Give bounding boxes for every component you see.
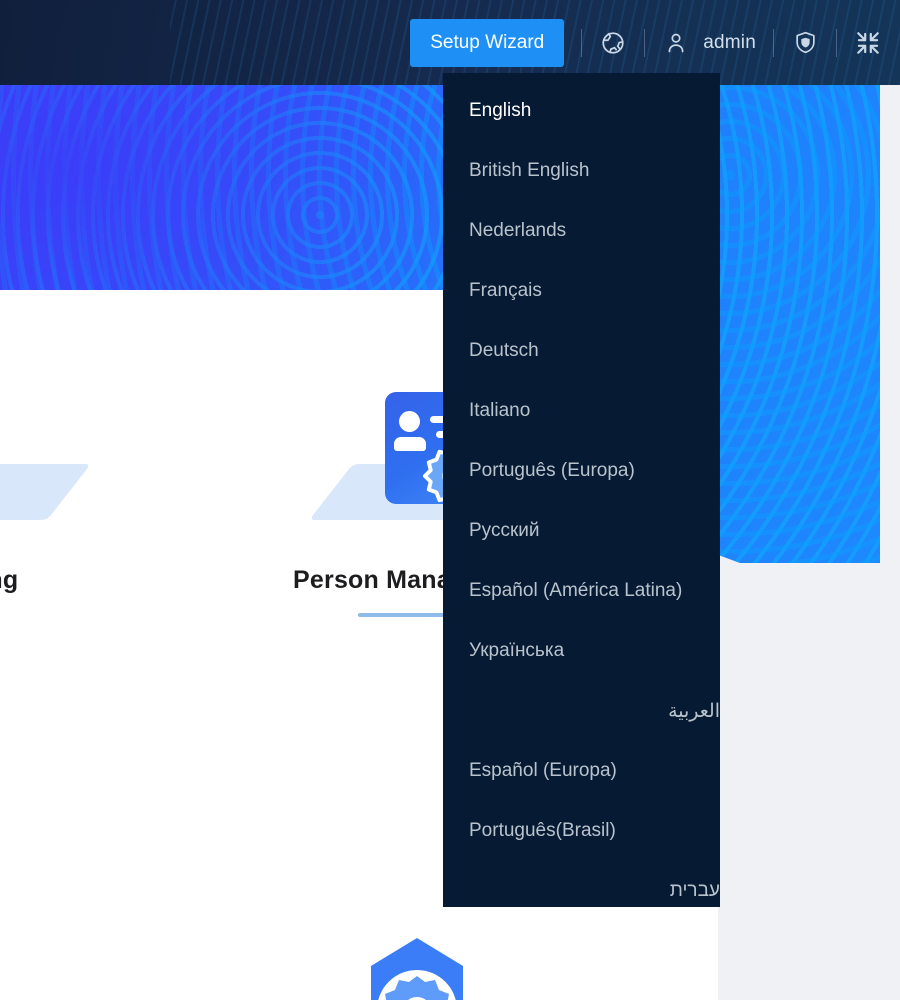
language-option[interactable]: Deutsch: [443, 321, 720, 381]
hexagon-gear-logo: [371, 938, 463, 1000]
user-menu[interactable]: admin: [662, 29, 756, 57]
language-option[interactable]: Українська: [443, 621, 720, 681]
app-root: ting Person Management: [0, 0, 900, 1000]
shield-icon[interactable]: [791, 29, 819, 57]
language-option[interactable]: Español (América Latina): [443, 561, 720, 621]
id-card-avatar-head: [398, 411, 420, 432]
language-option[interactable]: English: [443, 81, 720, 141]
card-icon-shadow-plate: [0, 464, 91, 520]
language-option[interactable]: Русский: [443, 501, 720, 561]
user-name-label: admin: [703, 31, 756, 53]
settings-card-icon: [0, 380, 91, 530]
globe-icon[interactable]: [599, 29, 627, 57]
person-icon: [662, 29, 690, 57]
setup-wizard-button[interactable]: Setup Wizard: [410, 18, 565, 67]
language-option[interactable]: British English: [443, 141, 720, 201]
language-option[interactable]: Português (Europa): [443, 441, 720, 501]
language-option[interactable]: العربية: [443, 681, 720, 741]
language-option[interactable]: Français: [443, 261, 720, 321]
language-option[interactable]: Português(Brasil): [443, 801, 720, 861]
header-divider: [581, 28, 583, 57]
header-divider: [836, 28, 837, 57]
language-option[interactable]: Español (Europa): [443, 741, 720, 801]
header-divider: [773, 28, 774, 57]
feature-card-setting[interactable]: ting: [0, 380, 140, 595]
exit-fullscreen-icon[interactable]: [854, 29, 882, 57]
language-option[interactable]: Italiano: [443, 381, 720, 441]
language-dropdown-menu[interactable]: English British English Nederlands Français…: [443, 73, 720, 907]
feature-card-title: ting: [0, 566, 19, 594]
language-option[interactable]: עברית: [443, 861, 720, 907]
header-divider: [644, 28, 646, 57]
language-option[interactable]: Nederlands: [443, 201, 720, 261]
